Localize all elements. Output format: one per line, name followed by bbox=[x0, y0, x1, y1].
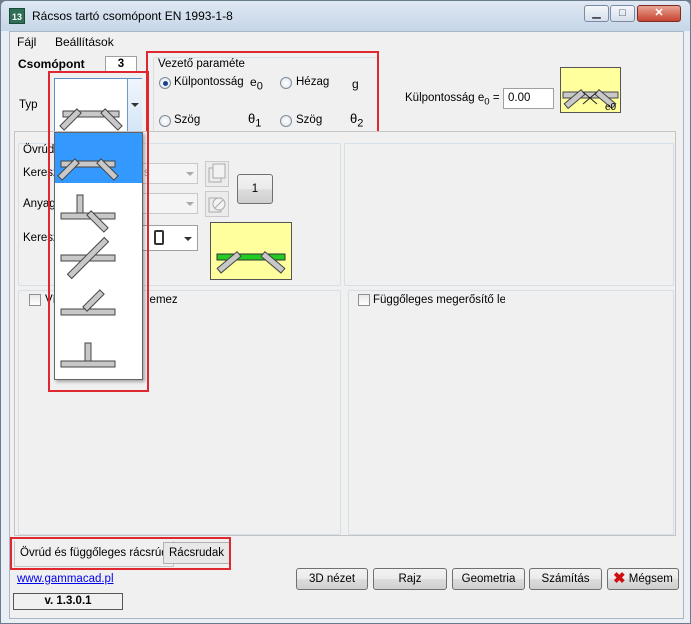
horizontal-stiffener-checkbox[interactable] bbox=[29, 294, 41, 306]
radio-gap-label: Hézag bbox=[296, 76, 330, 88]
material-combo[interactable] bbox=[141, 193, 198, 214]
node-number-field[interactable]: 3 bbox=[105, 56, 137, 72]
radio-eccentricity-label: Külpontosság bbox=[174, 76, 244, 88]
cancel-button[interactable]: ✖ Mégsem bbox=[607, 568, 679, 590]
draw-button[interactable]: Rajz bbox=[373, 568, 447, 590]
vertical-stiffener-checkbox[interactable] bbox=[358, 294, 370, 306]
radio-angle1-label: Szög bbox=[174, 114, 201, 126]
svg-text:e0: e0 bbox=[605, 102, 617, 112]
close-button[interactable]: ✕ bbox=[637, 5, 681, 22]
window-title: Rácsos tartó csomópont EN 1993-1-8 bbox=[32, 9, 233, 23]
section-library-button[interactable] bbox=[205, 161, 229, 187]
type-label: Typ bbox=[19, 99, 38, 111]
k-joint-chord-diagram-icon bbox=[216, 250, 286, 274]
maximize-button[interactable]: □ bbox=[610, 5, 635, 22]
radio-angle1[interactable] bbox=[159, 115, 171, 127]
right-upper-group bbox=[344, 143, 674, 286]
chord-preview bbox=[210, 222, 292, 280]
eccentricity-diagram-icon: e0 bbox=[562, 88, 619, 113]
red-x-icon: ✖ bbox=[613, 570, 626, 587]
menu-file[interactable]: Fájl bbox=[17, 35, 36, 49]
copy-icon bbox=[208, 163, 226, 183]
highlight-tabs bbox=[10, 537, 231, 570]
material-library-button[interactable] bbox=[205, 191, 229, 217]
profile-shape-combo[interactable] bbox=[141, 225, 198, 251]
rectangular-hollow-section-icon bbox=[154, 230, 164, 245]
node-label: Csomópont bbox=[18, 57, 85, 71]
title-bar: 13 Rácsos tartó csomópont EN 1993-1-8 ▁ … bbox=[1, 1, 690, 31]
radio-angle2-label: Szög bbox=[296, 114, 323, 126]
symbol-g: g bbox=[352, 77, 359, 91]
chevron-down-icon bbox=[186, 172, 194, 176]
eccentricity-input[interactable]: 0.00 bbox=[503, 88, 554, 109]
website-link[interactable]: www.gammacad.pl bbox=[17, 573, 114, 585]
minimize-button[interactable]: ▁ bbox=[584, 5, 609, 22]
view-3d-button[interactable]: 3D nézet bbox=[296, 568, 368, 590]
app-window: 13 Rácsos tartó csomópont EN 1993-1-8 ▁ … bbox=[0, 0, 691, 624]
cancel-button-label: Mégsem bbox=[628, 573, 673, 586]
app-icon: 13 bbox=[9, 8, 25, 24]
radio-eccentricity[interactable] bbox=[159, 77, 171, 89]
geometry-button[interactable]: Geometria bbox=[452, 568, 525, 590]
symbol-theta2: θ2 bbox=[350, 111, 364, 130]
highlight-type-dropdown bbox=[48, 71, 149, 392]
chevron-down-icon bbox=[186, 202, 194, 206]
version-label: v. 1.3.0.1 bbox=[13, 593, 123, 610]
symbol-theta1: θ1 bbox=[248, 111, 262, 130]
lead-param-title: Vezető paraméte bbox=[157, 58, 246, 70]
vertical-stiffener-group bbox=[348, 290, 674, 535]
horizontal-stiffener-label-end: lemez bbox=[147, 294, 178, 306]
count-button[interactable]: 1 bbox=[237, 174, 273, 204]
vertical-stiffener-label: Függőleges megerősítő lemez bbox=[373, 294, 505, 306]
eccentricity-field-label: Külpontosság e0 = bbox=[405, 92, 500, 108]
radio-gap[interactable] bbox=[280, 77, 292, 89]
chevron-down-icon bbox=[184, 237, 192, 241]
material-icon bbox=[208, 197, 226, 213]
symbol-e0: e0 bbox=[250, 75, 263, 93]
menu-settings[interactable]: Beállítások bbox=[55, 35, 114, 49]
eccentricity-preview: e0 bbox=[560, 67, 621, 113]
radio-angle2[interactable] bbox=[280, 115, 292, 127]
calculate-button[interactable]: Számítás bbox=[529, 568, 602, 590]
cross-section-combo[interactable]: s bbox=[141, 163, 198, 184]
